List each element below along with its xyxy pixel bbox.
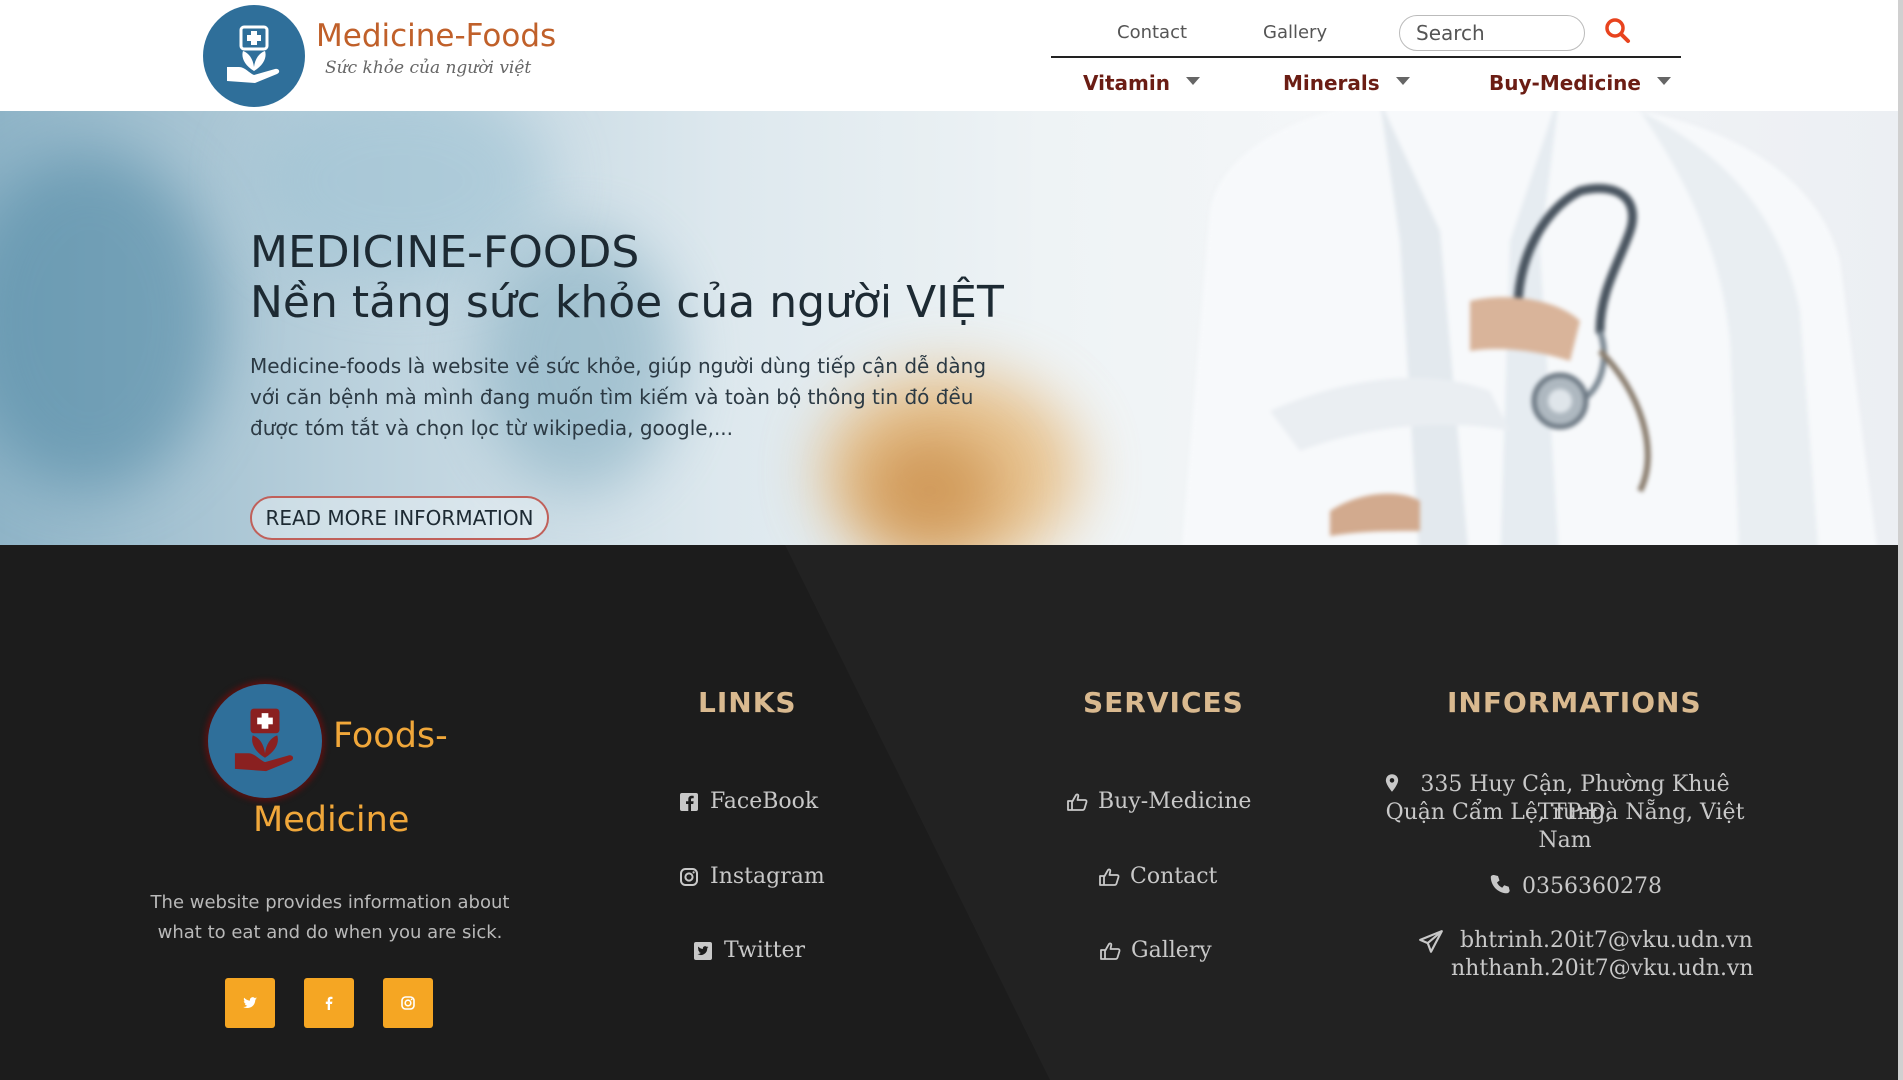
footer-link-facebook[interactable]: FaceBook	[678, 789, 818, 814]
doctor-image	[1182, 111, 1877, 545]
menu-label: Buy-Medicine	[1489, 71, 1641, 95]
hand-pointer-icon	[1098, 866, 1120, 888]
footer-link-label: FaceBook	[710, 789, 819, 814]
footer-brand-line2: Medicine	[253, 800, 410, 840]
service-label: Contact	[1130, 864, 1218, 889]
paper-plane-icon	[1419, 930, 1443, 953]
menu-vitamin[interactable]: Vitamin	[1083, 71, 1200, 95]
footer-link-twitter[interactable]: Twitter	[692, 938, 805, 963]
site-footer: Foods- Medicine The website provides inf…	[0, 545, 1898, 1080]
email-1[interactable]: bhtrinh.20it7@vku.udn.vn	[1460, 927, 1753, 955]
service-contact[interactable]: Contact	[1098, 864, 1217, 889]
service-gallery[interactable]: Gallery	[1099, 938, 1212, 963]
nav-divider	[1051, 56, 1681, 58]
hero-description: Medicine-foods là website về sức khỏe, g…	[250, 354, 987, 440]
brand-title[interactable]: Medicine-Foods	[316, 18, 556, 54]
twitter-button[interactable]	[225, 978, 275, 1028]
background-blur	[0, 151, 220, 491]
twitter-icon	[243, 997, 257, 1009]
service-label: Gallery	[1131, 938, 1212, 963]
footer-description: The website provides information about w…	[150, 892, 510, 943]
menu-label: Minerals	[1283, 71, 1380, 95]
service-label: Buy-Medicine	[1098, 789, 1252, 814]
phone-number[interactable]: 0356360278	[1522, 873, 1662, 901]
footer-brand-line1: Foods-	[333, 716, 448, 756]
info-heading: INFORMATIONS	[1447, 686, 1702, 719]
hand-pointer-icon	[1099, 940, 1121, 962]
site-header: Medicine-Foods Sức khỏe của người việt C…	[0, 0, 1903, 111]
top-link-gallery[interactable]: Gallery	[1263, 22, 1327, 43]
links-heading: LINKS	[698, 686, 797, 719]
search-input[interactable]	[1399, 15, 1585, 51]
phone-icon	[1490, 875, 1510, 894]
instagram-button[interactable]	[383, 978, 433, 1028]
search-icon[interactable]	[1603, 16, 1633, 46]
facebook-square-icon	[678, 791, 700, 813]
footer-link-label: Twitter	[724, 938, 805, 963]
menu-minerals[interactable]: Minerals	[1283, 71, 1410, 95]
hand-pointer-icon	[1066, 791, 1088, 813]
caret-down-icon	[1395, 77, 1410, 85]
instagram-icon	[401, 996, 415, 1010]
menu-buy-medicine[interactable]: Buy-Medicine	[1489, 71, 1671, 95]
background-blur	[860, 431, 1000, 545]
footer-link-label: Instagram	[710, 864, 825, 889]
hero-banner: MEDICINE-FOODS Nền tảng sức khỏe của ngư…	[0, 111, 1898, 545]
footer-logo-icon[interactable]	[208, 684, 322, 798]
twitter-square-icon	[692, 940, 714, 962]
service-buy-medicine[interactable]: Buy-Medicine	[1066, 789, 1251, 814]
menu-label: Vitamin	[1083, 71, 1170, 95]
brand-subtitle: Sức khỏe của người việt	[325, 58, 532, 78]
email-2[interactable]: nhthanh.20it7@vku.udn.vn	[1451, 955, 1754, 983]
address-line2: Quận Cẩm Lệ, TP-Đà Nẵng, Việt Nam	[1385, 800, 1745, 853]
facebook-icon	[325, 996, 333, 1010]
caret-down-icon	[1656, 77, 1671, 85]
logo-icon[interactable]	[203, 5, 305, 107]
page-scrollbar[interactable]	[1898, 0, 1903, 1080]
read-more-button[interactable]: READ MORE INFORMATION	[250, 496, 549, 540]
services-heading: SERVICES	[1083, 686, 1244, 719]
instagram-icon	[678, 866, 700, 888]
top-link-contact[interactable]: Contact	[1117, 22, 1187, 43]
hero-title: MEDICINE-FOODS	[250, 227, 640, 278]
footer-link-instagram[interactable]: Instagram	[678, 864, 825, 889]
facebook-button[interactable]	[304, 978, 354, 1028]
hero-subtitle: Nền tảng sức khỏe của người VIỆT	[250, 277, 1004, 328]
caret-down-icon	[1185, 77, 1200, 85]
